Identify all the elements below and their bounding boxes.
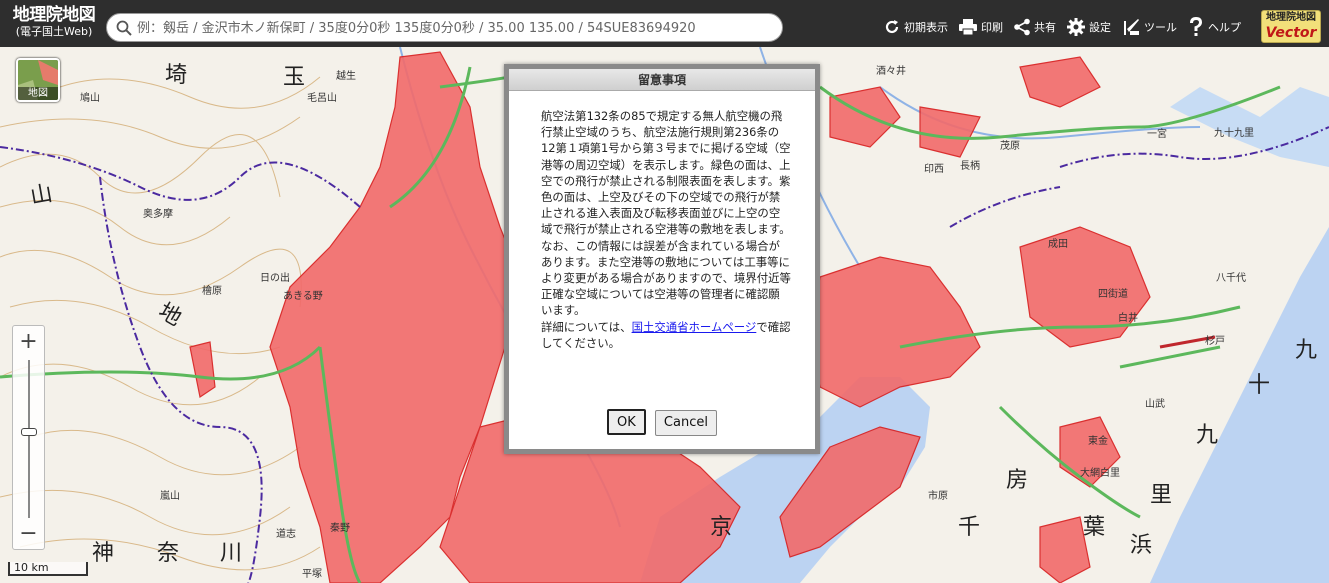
dialog-detail-prefix: 詳細については、 xyxy=(541,319,632,334)
share-button[interactable]: 共有 xyxy=(1013,18,1056,36)
map-place-label: 長柄 xyxy=(960,161,980,172)
app-logo[interactable]: 地理院地図 (電子国土Web) xyxy=(6,5,102,38)
refresh-icon xyxy=(885,20,899,34)
dialog-title: 留意事項 xyxy=(509,69,815,91)
zoom-in-button[interactable]: + xyxy=(13,328,44,356)
map-place-label: 九十九里 xyxy=(1214,128,1254,139)
map-label-large: 玉 xyxy=(283,65,306,90)
ok-button[interactable]: OK xyxy=(607,409,646,435)
map-label-large: 十 xyxy=(1248,373,1271,398)
map-place-label: 嵐山 xyxy=(160,491,180,502)
tools-button[interactable]: ツール xyxy=(1121,17,1177,37)
map-place-label: 市原 xyxy=(928,491,948,502)
search-input[interactable] xyxy=(137,18,777,38)
tools-label: ツール xyxy=(1144,21,1177,34)
print-button[interactable]: 印刷 xyxy=(958,18,1003,36)
share-label: 共有 xyxy=(1034,21,1056,34)
map-place-label: 茂原 xyxy=(1000,141,1020,152)
dialog-paragraph-2: なお、この情報には誤差が含まれている場合があります。また空港等の敷地については工… xyxy=(541,238,791,318)
map-place-label: 一宮 xyxy=(1147,129,1167,140)
map-label-large: 九 xyxy=(1295,338,1318,363)
scale-bar: 10 km xyxy=(8,562,88,576)
mlit-homepage-link[interactable]: 国土交通省ホームページ xyxy=(632,320,757,334)
vector-logo-line2: Vector xyxy=(1265,25,1317,41)
map-label-large: 奈 xyxy=(157,541,180,566)
help-icon xyxy=(1190,17,1202,36)
map-label-large: 神 xyxy=(92,541,115,566)
map-place-label: 成田 xyxy=(1048,239,1068,250)
map-place-label: 鳩山 xyxy=(80,93,100,104)
map-place-label: 東金 xyxy=(1088,436,1108,447)
map-label-large: 京 xyxy=(710,515,733,540)
settings-label: 設定 xyxy=(1089,21,1111,34)
vector-logo-line1: 地理院地図 xyxy=(1266,12,1316,23)
map-label-large: 浜 xyxy=(1130,533,1153,558)
notice-dialog: 留意事項 航空法第132条の85で規定する無人航空機の飛行禁止空域のうち、航空法… xyxy=(504,64,820,454)
map-place-label: 道志 xyxy=(276,529,296,540)
gear-icon xyxy=(1067,18,1085,36)
map-label-large: 房 xyxy=(1006,468,1029,493)
map-place-label: 四街道 xyxy=(1098,289,1128,300)
map-label-large: 葉 xyxy=(1083,515,1106,540)
map-place-label: 平塚 xyxy=(302,569,322,580)
map-label-large: 千 xyxy=(958,515,981,540)
map-place-label: 八千代 xyxy=(1216,273,1246,284)
map-label-large: 九 xyxy=(1196,423,1219,448)
map-label-large: 埼 xyxy=(165,63,188,88)
map-place-label: 越生 xyxy=(336,71,356,82)
share-icon xyxy=(1014,18,1030,36)
search-box[interactable] xyxy=(106,13,783,42)
map-place-label: 印西 xyxy=(924,164,944,175)
toolbar: 初期表示 印刷 共有 設定 ツール ヘルプ xyxy=(883,12,1251,42)
map-place-label: 檜原 xyxy=(202,286,222,297)
settings-button[interactable]: 設定 xyxy=(1066,17,1111,37)
map-label-large: 里 xyxy=(1150,483,1173,508)
map-place-label: 毛呂山 xyxy=(307,93,337,104)
dialog-paragraph-1: 航空法第132条の85で規定する無人航空機の飛行禁止空域のうち、航空法施行規則第… xyxy=(541,109,791,237)
search-icon xyxy=(116,20,132,36)
map-place-label: 白井 xyxy=(1118,313,1138,324)
vector-logo[interactable]: 地理院地図 Vector xyxy=(1261,10,1321,43)
map-type-switcher[interactable]: 地図 xyxy=(16,58,60,102)
zoom-out-button[interactable]: − xyxy=(13,520,44,548)
zoom-slider-track[interactable] xyxy=(28,360,30,518)
print-label: 印刷 xyxy=(981,21,1003,34)
map-place-label: 大網白里 xyxy=(1080,468,1120,479)
header-bar: 地理院地図 (電子国土Web) 初期表示 印刷 共有 設定 ツール xyxy=(0,0,1329,47)
dialog-buttons: OK Cancel xyxy=(509,409,815,436)
map-place-label: 杉戸 xyxy=(1205,336,1225,347)
map-place-label: 奥多摩 xyxy=(143,209,173,220)
app-logo-title: 地理院地図 xyxy=(12,5,96,25)
dialog-body: 航空法第132条の85で規定する無人航空機の飛行禁止空域のうち、航空法施行規則第… xyxy=(509,91,815,351)
map-place-label: あきる野 xyxy=(283,291,323,302)
cancel-button[interactable]: Cancel xyxy=(654,410,717,436)
zoom-control: + − xyxy=(12,325,45,550)
map-label-large: 川 xyxy=(220,541,243,566)
map-place-label: 酒々井 xyxy=(876,66,906,77)
tools-icon xyxy=(1124,19,1139,35)
map-place-label: 日の出 xyxy=(260,273,290,284)
app-logo-subtitle: (電子国土Web) xyxy=(15,25,93,38)
help-button[interactable]: ヘルプ xyxy=(1187,16,1241,38)
map-place-label: 秦野 xyxy=(330,523,350,534)
reset-view-button[interactable]: 初期表示 xyxy=(883,18,948,36)
help-label: ヘルプ xyxy=(1208,21,1241,34)
zoom-slider-thumb[interactable] xyxy=(21,428,37,436)
map-place-label: 山武 xyxy=(1145,399,1165,410)
reset-view-label: 初期表示 xyxy=(904,21,948,34)
dialog-paragraph-3: 詳細については、国土交通省ホームページで確認してください。 xyxy=(541,319,791,351)
map-type-label: 地図 xyxy=(18,87,58,100)
printer-icon xyxy=(959,19,977,36)
